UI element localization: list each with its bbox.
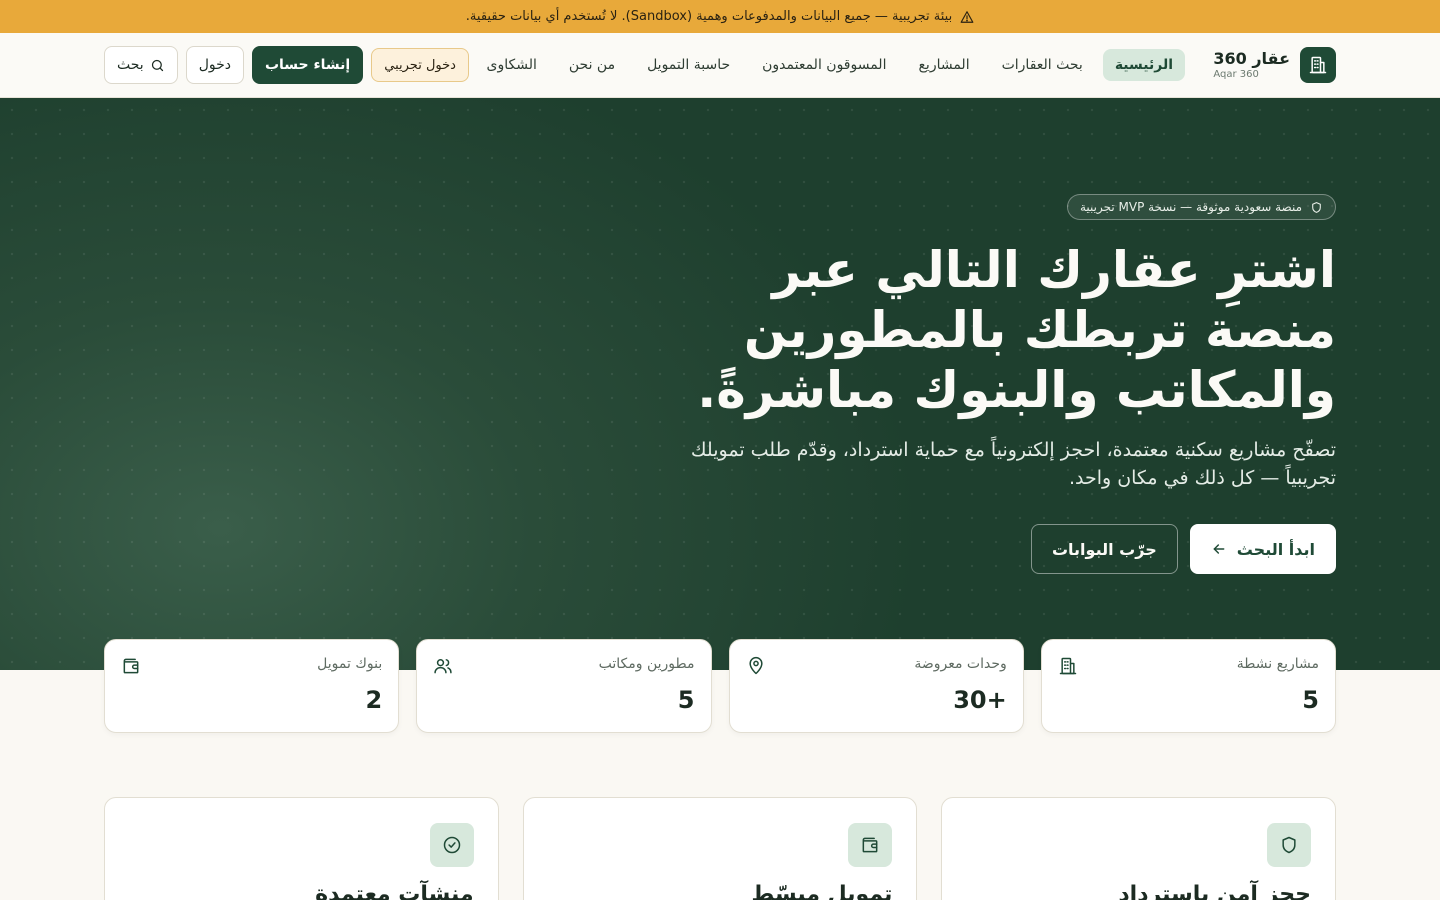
map-pin-icon — [748, 656, 763, 675]
stat-card-banks: بنوك تمويل 2 — [104, 639, 400, 733]
building-icon — [1059, 657, 1076, 675]
stat-card-listed-units: وحدات معروضة +30 — [728, 639, 1024, 733]
stat-value: 5 — [677, 686, 695, 714]
hero-badge-text: منصة سعودية موثوقة — نسخة MVP تجريبية — [1079, 200, 1302, 214]
brand-sub: Aqar 360 — [1213, 68, 1259, 80]
stat-label: وحدات معروضة — [914, 656, 1007, 672]
nav-actions: بحث دخول إنشاء حساب دخول تجريبي — [104, 46, 469, 84]
start-search-button[interactable]: ابدأ البحث — [1189, 524, 1336, 574]
nav-item-certified-marketers[interactable]: المسوقون المعتمدون — [750, 49, 898, 81]
feature-title: منشآت معتمدة — [315, 882, 474, 900]
stats-row: مشاريع نشطة 5 وحدات معروضة +30 مطورين وم… — [104, 639, 1336, 733]
hero-subtitle: تصفّح مشاريع سكنية معتمدة، احجز إلكتروني… — [690, 439, 1336, 489]
stat-label: مطورين ومكاتب — [598, 656, 695, 672]
stat-value: +30 — [953, 686, 1007, 714]
shield-icon — [1312, 201, 1321, 213]
feature-card-certified-entities: منشآت معتمدة — [103, 797, 499, 900]
brand-logo[interactable]: عقار 360 Aqar 360 — [1213, 47, 1336, 83]
hero-badge: منصة سعودية موثوقة — نسخة MVP تجريبية — [1066, 194, 1336, 220]
brand-name: عقار 360 — [1213, 48, 1290, 68]
try-portals-button[interactable]: جرّب البوابات — [1030, 524, 1178, 574]
arrow-left-icon — [1213, 544, 1225, 554]
feature-card-simple-financing: تمويل مبسّط — [522, 797, 918, 900]
stat-value: 5 — [1302, 686, 1319, 714]
start-search-label: ابدأ البحث — [1236, 539, 1315, 559]
hero-title: اشترِ عقارك التالي عبر منصة تربطك بالمطو… — [697, 241, 1336, 419]
nav-item-projects[interactable]: المشاريع — [906, 49, 981, 81]
shield-icon — [1267, 823, 1311, 867]
stat-card-active-projects: مشاريع نشطة 5 — [1040, 639, 1336, 733]
warning-icon — [960, 10, 974, 23]
users-icon — [434, 659, 452, 674]
search-icon — [151, 59, 163, 71]
stat-label: مشاريع نشطة — [1236, 656, 1319, 672]
hero-section: منصة سعودية موثوقة — نسخة MVP تجريبية اش… — [0, 98, 1440, 670]
hero-actions: ابدأ البحث جرّب البوابات — [1030, 524, 1336, 574]
search-button-label: بحث — [117, 57, 144, 73]
signup-button[interactable]: إنشاء حساب — [251, 46, 364, 84]
wallet-icon — [123, 658, 139, 674]
feature-title: تمويل مبسّط — [751, 882, 893, 900]
banner-text: بيئة تجريبية — جميع البيانات والمدفوعات … — [465, 9, 953, 24]
check-circle-icon — [429, 823, 474, 867]
features-row: حجز آمن باسترداد تمويل مبسّط منشآت معتمد… — [103, 797, 1336, 900]
feature-card-secure-booking: حجز آمن باسترداد — [941, 797, 1336, 900]
nav-item-finance-calculator[interactable]: حاسبة التمويل — [635, 49, 742, 81]
nav-item-property-search[interactable]: بحث العقارات — [990, 49, 1095, 81]
stat-label: بنوك تمويل — [317, 656, 383, 672]
wallet-icon — [848, 823, 893, 867]
demo-login-button[interactable]: دخول تجريبي — [371, 48, 469, 82]
sandbox-banner: بيئة تجريبية — جميع البيانات والمدفوعات … — [0, 0, 1440, 33]
login-button[interactable]: دخول — [185, 46, 244, 84]
top-nav: عقار 360 Aqar 360 الرئيسية بحث العقارات … — [0, 33, 1440, 98]
building-icon — [1300, 47, 1336, 83]
search-button[interactable]: بحث — [104, 46, 178, 84]
feature-title: حجز آمن باسترداد — [1118, 882, 1311, 900]
nav-item-complaints[interactable]: الشكاوى — [475, 49, 549, 81]
stat-card-developers: مطورين ومكاتب 5 — [416, 639, 712, 733]
nav-item-about[interactable]: من نحن — [557, 49, 627, 81]
stat-value: 2 — [365, 686, 383, 714]
main-menu: الرئيسية بحث العقارات المشاريع المسوقون … — [475, 47, 1185, 83]
nav-item-home[interactable]: الرئيسية — [1102, 49, 1185, 81]
